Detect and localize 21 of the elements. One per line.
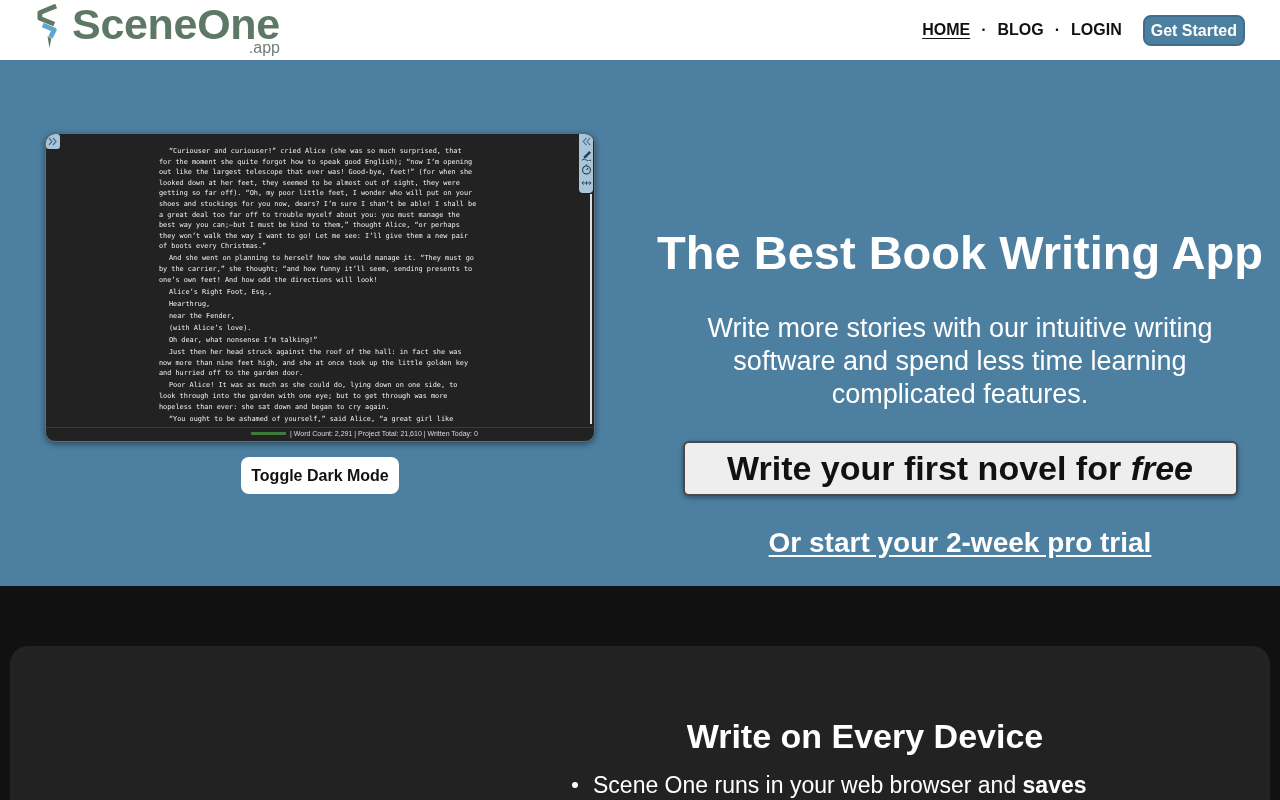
nav-link[interactable]: BLOG — [997, 21, 1044, 39]
pro-trial-link[interactable]: Or start your 2-week pro trial — [768, 526, 1152, 560]
hero-heading: The Best Book Writing App — [657, 225, 1263, 281]
bullet-icon — [572, 782, 578, 788]
feature-heading: Write on Every Device — [686, 716, 1044, 756]
nav-link[interactable]: HOME — [922, 21, 971, 39]
nav-separator: · — [1054, 21, 1061, 39]
logo-icon — [37, 4, 60, 50]
nav-separator: · — [981, 21, 987, 39]
scrollbar[interactable] — [590, 194, 592, 424]
hero-subtitle: Write more stories with our intuitive writing software and spend less time learning complicated features. — [706, 312, 1214, 411]
chevrons-left-icon[interactable] — [580, 136, 592, 147]
feature-text: Scene One runs in your web browser and saves — [593, 772, 1087, 798]
get-started-button[interactable]: Get Started — [1142, 14, 1245, 46]
pen-icon[interactable] — [580, 150, 592, 161]
nav-link[interactable]: LOGIN — [1071, 21, 1122, 39]
toggle-dark-mode-button[interactable]: Toggle Dark Mode — [241, 457, 399, 494]
arrows-horizontal-icon[interactable] — [580, 180, 592, 186]
write-novel-button[interactable]: Write your first novel for free — [682, 441, 1238, 496]
chevrons-right-icon[interactable] — [46, 134, 60, 149]
stopwatch-icon[interactable] — [580, 164, 592, 175]
